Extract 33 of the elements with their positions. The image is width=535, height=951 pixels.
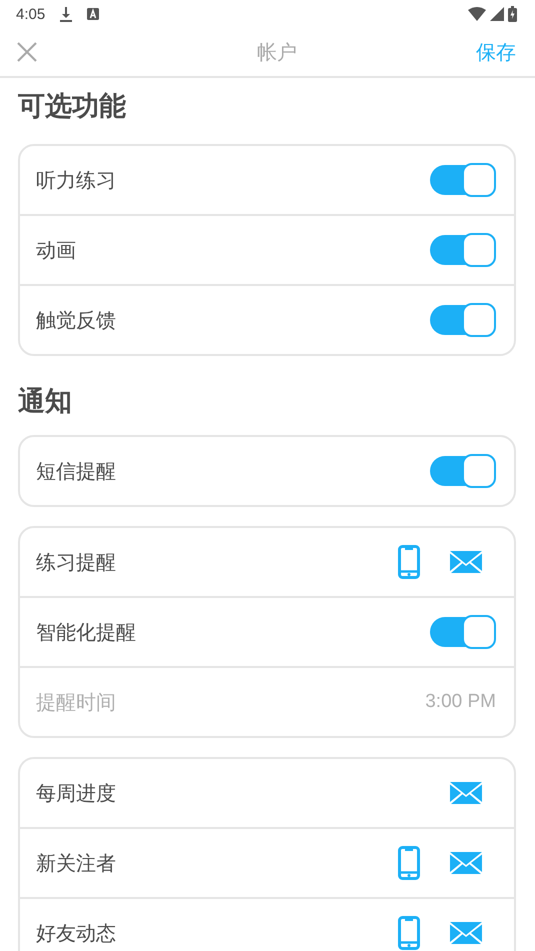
download-icon <box>59 6 74 22</box>
battery-icon <box>508 6 517 22</box>
toggle-switch[interactable] <box>430 165 494 195</box>
mail-icon[interactable] <box>450 922 482 944</box>
notification-icon <box>87 8 100 20</box>
section-title: 通知 <box>18 385 73 419</box>
setting-label: 每周进度 <box>36 780 116 806</box>
toggle-switch[interactable] <box>430 305 494 335</box>
close-icon[interactable] <box>16 41 38 63</box>
section-title: 可选功能 <box>18 90 127 124</box>
mail-icon[interactable] <box>450 551 482 573</box>
save-button[interactable]: 保存 <box>476 38 516 66</box>
setting-label: 练习提醒 <box>36 548 116 576</box>
setting-label: 触觉反馈 <box>36 306 116 334</box>
phone-icon[interactable] <box>398 846 420 880</box>
toggle-switch[interactable] <box>430 456 494 486</box>
mail-icon[interactable] <box>450 782 482 804</box>
setting-label: 智能化提醒 <box>36 618 136 646</box>
setting-label: 新关注者 <box>36 850 116 876</box>
signal-icon <box>490 7 504 21</box>
setting-label: 听力练习 <box>36 166 116 194</box>
setting-label: 提醒时间 <box>36 688 116 716</box>
page-title: 帐户 <box>257 38 297 66</box>
phone-icon[interactable] <box>398 545 420 579</box>
mail-icon[interactable] <box>450 852 482 874</box>
toggle-switch[interactable] <box>430 617 494 647</box>
setting-label: 好友动态 <box>36 920 116 946</box>
wifi-icon <box>468 7 486 21</box>
setting-label: 动画 <box>36 236 76 264</box>
status-time: 4:05 <box>16 6 46 22</box>
phone-icon[interactable] <box>398 916 420 950</box>
setting-label: 短信提醒 <box>36 458 116 484</box>
toggle-switch[interactable] <box>430 235 494 265</box>
